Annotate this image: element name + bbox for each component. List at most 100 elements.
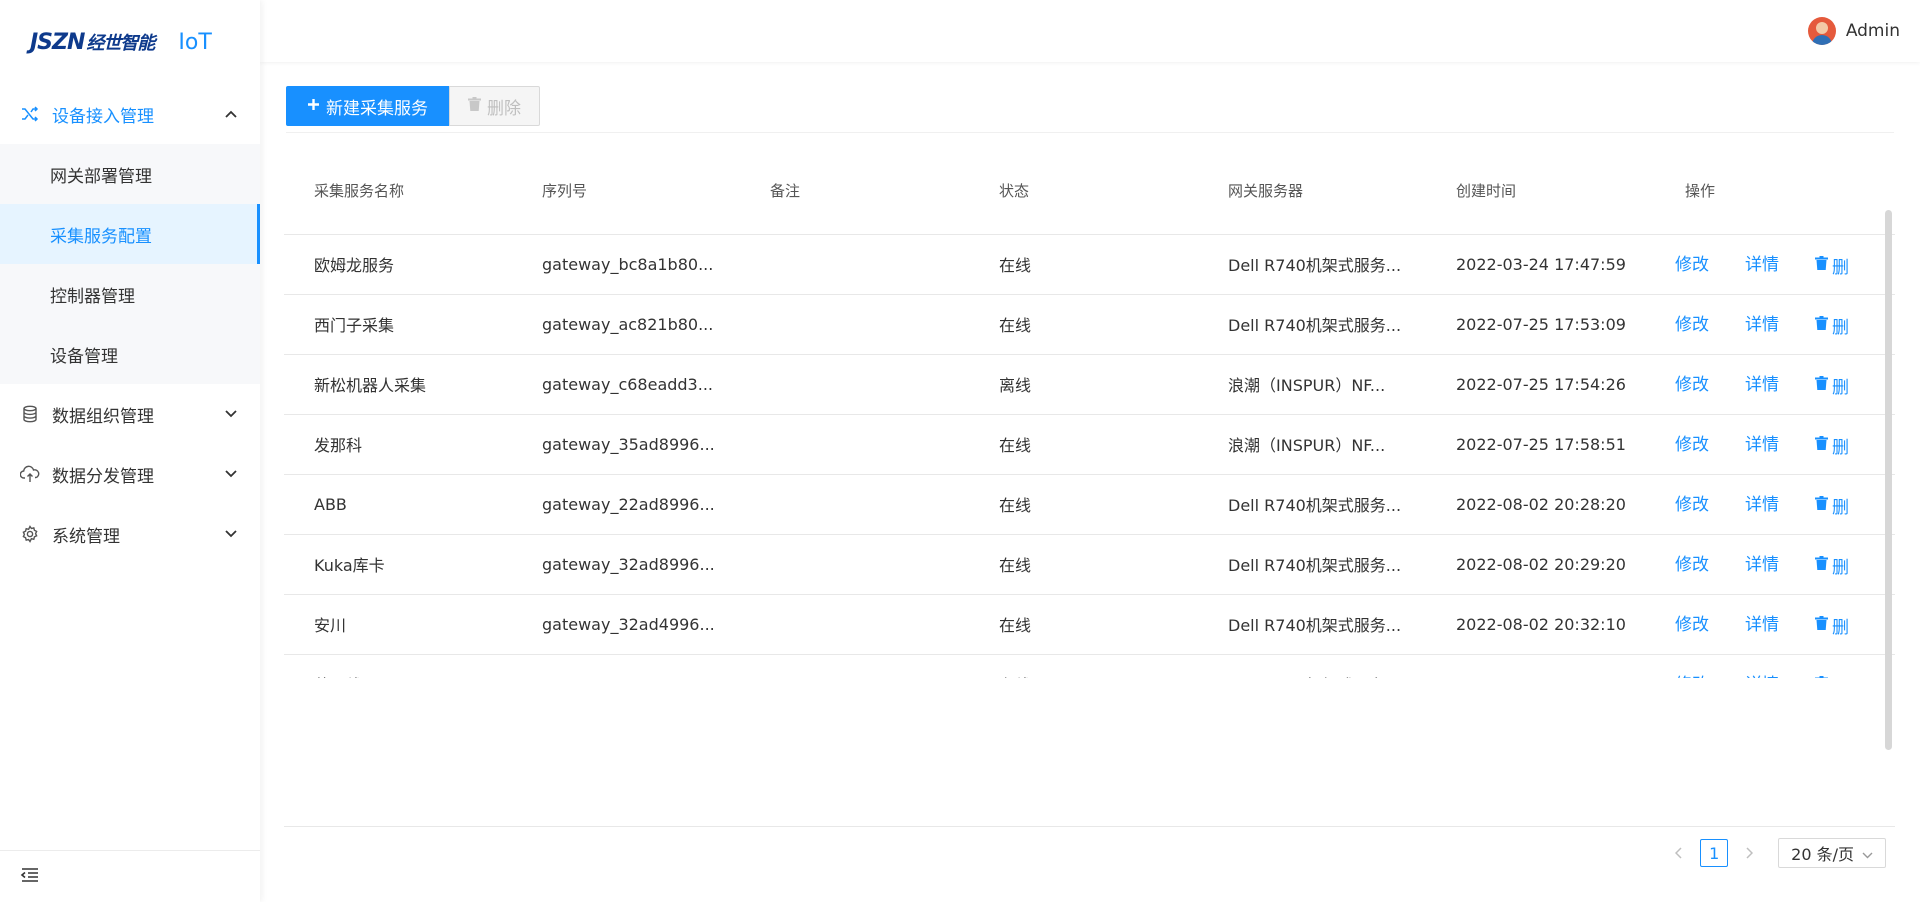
cell-status: 离线 — [969, 354, 1198, 415]
edit-link[interactable]: 修改 — [1675, 370, 1709, 395]
page-size-select[interactable]: 20 条/页 — [1778, 838, 1886, 868]
cell-name: ABB — [284, 474, 512, 535]
edit-link[interactable]: 修改 — [1675, 430, 1709, 455]
delete-link[interactable]: 删 — [1815, 313, 1849, 338]
toolbar: 新建采集服务 删除 — [286, 86, 540, 126]
user-name: Admin — [1845, 21, 1900, 41]
delete-link-label: 删 — [1832, 377, 1849, 398]
table-row: Kuka库卡 gateway_32ad8996... 在线 Dell R740机架式服… — [284, 534, 1895, 595]
col-header-name: 采集服务名称 — [284, 148, 512, 235]
detail-link[interactable]: 详情 — [1745, 610, 1779, 635]
cell-note — [740, 354, 969, 415]
edit-link[interactable]: 修改 — [1675, 310, 1709, 335]
cell-server: Dell R740机架式服务... — [1198, 474, 1426, 535]
cell-created: 2022-08-02 20:32:10 — [1426, 594, 1655, 655]
table-row: 安川 gateway_32ad4996... 在线 Dell R740机架式服务...… — [284, 594, 1895, 655]
edit-link[interactable]: 修改 — [1675, 550, 1709, 575]
chevron-down-icon — [224, 527, 238, 541]
detail-link[interactable]: 详情 — [1745, 250, 1779, 275]
new-collect-service-button[interactable]: 新建采集服务 — [286, 86, 449, 126]
cell-name: 发那科 — [284, 414, 512, 475]
edit-link[interactable]: 修改 — [1675, 490, 1709, 515]
delete-link[interactable]: 删 — [1815, 613, 1849, 638]
cell-serial: gateway_35ad8996... — [512, 414, 740, 475]
prev-page-button[interactable] — [1668, 839, 1690, 867]
cell-status: 在线 — [969, 414, 1198, 475]
trash-icon — [1815, 315, 1828, 335]
delete-link-label: 删 — [1832, 497, 1849, 518]
cell-serial: gateway_22ad8996... — [512, 474, 740, 535]
delete-link-label: 删 — [1832, 673, 1849, 679]
delete-link[interactable]: 删 — [1815, 493, 1849, 518]
sidebar: JSZN 经世智能 IoT 设备接入管理 网关部署管理 采集服务配置 控制器管理… — [0, 0, 260, 902]
next-page-button[interactable] — [1738, 839, 1760, 867]
menu-fold-icon — [20, 867, 40, 887]
detail-link[interactable]: 详情 — [1745, 370, 1779, 395]
detail-link[interactable]: 详情 — [1745, 670, 1779, 678]
delete-link[interactable]: 删 — [1815, 433, 1849, 458]
trash-icon — [1815, 615, 1828, 635]
shuffle-icon — [20, 104, 40, 124]
sidebar-item-device[interactable]: 设备管理 — [0, 324, 260, 384]
collect-service-table: 采集服务名称 序列号 备注 状态 网关服务器 创建时间 操作 欧姆龙服务 gate… — [284, 148, 1895, 678]
cell-status: 在线 — [969, 594, 1198, 655]
menu-system[interactable]: 系统管理 — [0, 504, 260, 564]
submenu-device-access: 网关部署管理 采集服务配置 控制器管理 设备管理 — [0, 144, 260, 384]
trash-icon — [1815, 495, 1828, 515]
chevron-down-icon — [1862, 844, 1873, 863]
col-header-server: 网关服务器 — [1198, 148, 1426, 235]
delete-link-label: 删 — [1832, 257, 1849, 278]
cell-server: Dell R740机架式服务... — [1198, 234, 1426, 295]
edit-link[interactable]: 修改 — [1675, 250, 1709, 275]
detail-link[interactable]: 详情 — [1745, 490, 1779, 515]
trash-icon — [1815, 435, 1828, 455]
collapse-sidebar-button[interactable] — [0, 850, 260, 902]
col-header-status: 状态 — [969, 148, 1198, 235]
delete-link[interactable]: 删 — [1815, 673, 1849, 678]
cell-serial: gateway_32ad8996... — [512, 534, 740, 595]
chevron-up-icon — [224, 107, 238, 121]
table-row: 西门子采集 gateway_ac821b80... 在线 Dell R740机架式服务… — [284, 294, 1895, 355]
cell-created: 2022-07-25 17:54:26 — [1426, 354, 1655, 415]
cell-created: 2022-08-02 20:28:20 — [1426, 474, 1655, 535]
col-header-ops: 操作 — [1655, 148, 1895, 235]
delete-link[interactable]: 删 — [1815, 253, 1849, 278]
trash-icon — [1815, 255, 1828, 275]
cell-name: 西门子采集 — [284, 294, 512, 355]
table-scrollbar[interactable] — [1885, 210, 1892, 750]
sidebar-item-controller[interactable]: 控制器管理 — [0, 264, 260, 324]
sidebar-item-collect-service[interactable]: 采集服务配置 — [0, 204, 260, 264]
cell-created: 2022-08-02 20:29:20 — [1426, 534, 1655, 595]
menu-data-dist[interactable]: 数据分发管理 — [0, 444, 260, 504]
detail-link[interactable]: 详情 — [1745, 550, 1779, 575]
cell-name: 装配线 — [284, 654, 512, 678]
user-menu[interactable]: Admin — [1807, 17, 1900, 45]
logo-cn-text: 经世智能 — [86, 33, 155, 54]
cell-ops: 修改 详情 删 — [1655, 534, 1895, 595]
cell-serial: gateway_bc8a1b80... — [512, 234, 740, 295]
delete-link[interactable]: 删 — [1815, 373, 1849, 398]
col-header-created: 创建时间 — [1426, 148, 1655, 235]
plus-icon — [307, 96, 320, 116]
cell-name: 安川 — [284, 594, 512, 655]
delete-link[interactable]: 删 — [1815, 553, 1849, 578]
cell-note — [740, 594, 969, 655]
detail-link[interactable]: 详情 — [1745, 430, 1779, 455]
cell-name: Kuka库卡 — [284, 534, 512, 595]
delete-link-label: 删 — [1832, 437, 1849, 458]
sidebar-item-gateway-deploy[interactable]: 网关部署管理 — [0, 144, 260, 204]
menu-data-org[interactable]: 数据组织管理 — [0, 384, 260, 444]
batch-delete-button[interactable]: 删除 — [449, 86, 540, 126]
edit-link[interactable]: 修改 — [1675, 670, 1709, 678]
toolbar-divider — [286, 132, 1894, 133]
trash-icon — [1815, 675, 1828, 678]
menu-device-access[interactable]: 设备接入管理 — [0, 84, 260, 144]
detail-link[interactable]: 详情 — [1745, 310, 1779, 335]
database-icon — [20, 404, 40, 424]
page-number-current[interactable]: 1 — [1700, 839, 1729, 867]
cell-note — [740, 654, 969, 678]
delete-link-label: 删 — [1832, 617, 1849, 638]
edit-link[interactable]: 修改 — [1675, 610, 1709, 635]
cell-status: 在线 — [969, 654, 1198, 678]
cloud-icon — [20, 464, 40, 484]
